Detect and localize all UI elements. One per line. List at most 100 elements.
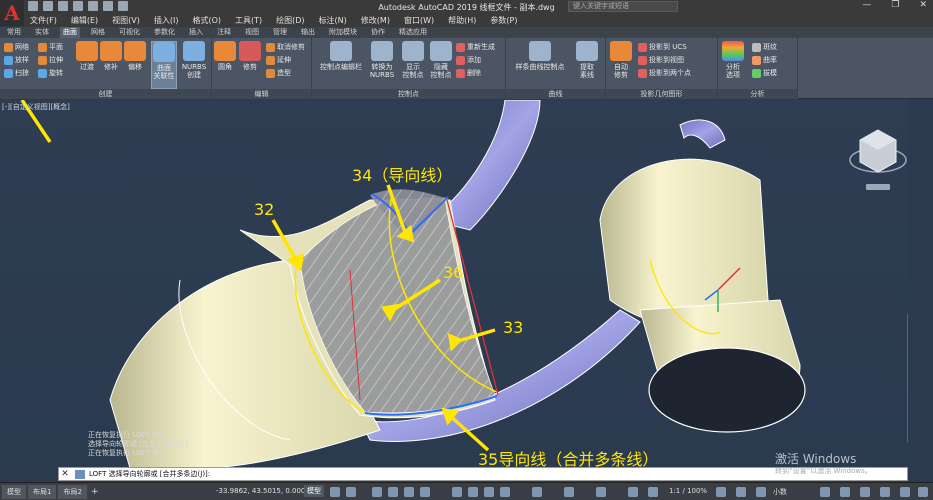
tab-visualize[interactable]: 可视化	[116, 27, 143, 38]
dynamic-ucs-icon[interactable]	[484, 487, 494, 497]
close-button[interactable]: ✕	[919, 0, 927, 10]
revolve-button[interactable]: 旋转	[38, 68, 63, 78]
close-icon[interactable]: ✕	[59, 469, 71, 479]
transparency-icon[interactable]	[596, 487, 606, 497]
remove-cv-button[interactable]: 删除	[456, 68, 481, 78]
menu-draw[interactable]: 绘图(D)	[276, 15, 304, 26]
loft-button[interactable]: 放样	[4, 55, 29, 65]
tab-parametric[interactable]: 参数化	[151, 27, 178, 38]
tab-surface[interactable]: 曲面	[60, 27, 80, 38]
patch-button[interactable]: 修补	[100, 41, 122, 71]
sweep-button[interactable]: 扫掠	[4, 68, 29, 78]
menu-edit[interactable]: 编辑(E)	[71, 15, 98, 26]
3d-scene[interactable]	[0, 100, 908, 468]
network-button[interactable]: 网络	[4, 42, 29, 52]
analysis-options-button[interactable]: 分析 选项	[720, 41, 746, 79]
clean-screen-icon[interactable]	[900, 487, 910, 497]
polar-icon[interactable]	[388, 487, 398, 497]
project-to-view-button[interactable]: 投影到视图	[638, 55, 684, 65]
curvature-button[interactable]: 曲率	[752, 55, 777, 65]
gizmo-icon[interactable]	[532, 487, 542, 497]
menu-modify[interactable]: 修改(M)	[361, 15, 390, 26]
convert-to-nurbs-button[interactable]: 转换为 NURBS	[368, 41, 396, 79]
cv-edit-bar-button[interactable]: 控制点编辑栏	[314, 41, 368, 71]
menu-dimension[interactable]: 标注(N)	[319, 15, 347, 26]
search-input[interactable]: 键入关键字或短语	[568, 1, 678, 12]
menu-tools[interactable]: 工具(T)	[235, 15, 262, 26]
lock-ui-icon[interactable]	[840, 487, 850, 497]
fillet-button[interactable]: 圆角	[214, 41, 236, 71]
tab-output[interactable]: 输出	[298, 27, 318, 38]
annotation-scale-value[interactable]: 1:1 / 100%	[669, 487, 707, 495]
tab-solid[interactable]: 实体	[32, 27, 52, 38]
selection-filter-icon[interactable]	[500, 487, 510, 497]
menu-insert[interactable]: 插入(I)	[154, 15, 179, 26]
menu-format[interactable]: 格式(O)	[192, 15, 221, 26]
extrude-button[interactable]: 拉伸	[38, 55, 63, 65]
menu-file[interactable]: 文件(F)	[30, 15, 57, 26]
extend-button[interactable]: 延伸	[266, 55, 291, 65]
units-value[interactable]: 小数	[773, 487, 787, 497]
tab-mesh[interactable]: 网格	[88, 27, 108, 38]
annotation-scale-icon[interactable]	[648, 487, 658, 497]
lineweight-icon[interactable]	[564, 487, 574, 497]
annotation-visibility-icon[interactable]	[628, 487, 638, 497]
osnap-3d-icon[interactable]	[452, 487, 462, 497]
viewport-controls-label[interactable]: [-][自定义视图][概念]	[2, 102, 70, 112]
ortho-icon[interactable]	[372, 487, 382, 497]
auto-trim-button[interactable]: 自动 修剪	[608, 41, 634, 79]
offset-button[interactable]: 偏移	[124, 41, 146, 71]
add-cv-button[interactable]: 添加	[456, 55, 481, 65]
annotation-monitor-icon[interactable]	[736, 487, 746, 497]
menu-help[interactable]: 帮助(H)	[448, 15, 476, 26]
zebra-button[interactable]: 斑纹	[752, 42, 777, 52]
project-to-2points-button[interactable]: 投影到两个点	[638, 68, 691, 78]
grid-icon[interactable]	[330, 487, 340, 497]
surface-associativity-button[interactable]: 曲面 关联性	[151, 41, 177, 89]
planar-button[interactable]: 平面	[38, 42, 63, 52]
tracking-icon[interactable]	[468, 487, 478, 497]
isodraft-icon[interactable]	[404, 487, 414, 497]
tab-addins[interactable]: 附加模块	[326, 27, 360, 38]
minimize-button[interactable]: —	[862, 0, 871, 10]
units-icon[interactable]	[756, 487, 766, 497]
wcs-menu[interactable]	[866, 184, 890, 190]
add-layout-icon[interactable]: +	[91, 487, 99, 497]
viewcube[interactable]	[848, 118, 908, 198]
workspace-gear-icon[interactable]	[716, 487, 726, 497]
layout-tab-layout1[interactable]: 布局1	[28, 484, 57, 499]
untrim-button[interactable]: 取消修剪	[266, 42, 305, 52]
menu-window[interactable]: 窗口(W)	[404, 15, 434, 26]
tab-manage[interactable]: 管理	[270, 27, 290, 38]
command-prompt[interactable]: LOFT 选择导向轮廓或 [合并多条边(J)]:	[85, 469, 210, 479]
customize-menu-icon[interactable]	[918, 487, 928, 497]
draft-button[interactable]: 拔模	[752, 68, 777, 78]
menu-view[interactable]: 视图(V)	[112, 15, 140, 26]
sculpt-button[interactable]: 造型	[266, 68, 291, 78]
maximize-button[interactable]: ❐	[891, 0, 899, 10]
show-cv-button[interactable]: 显示 控制点	[400, 41, 426, 79]
blend-button[interactable]: 过渡	[76, 41, 98, 71]
tab-insert[interactable]: 插入	[186, 27, 206, 38]
app-logo[interactable]: A	[0, 0, 24, 26]
object-snap-icon[interactable]	[420, 487, 430, 497]
layout-tab-model[interactable]: 模型	[2, 484, 26, 499]
isolate-objects-icon[interactable]	[860, 487, 870, 497]
hardware-accel-icon[interactable]	[880, 487, 890, 497]
nurbs-creation-button[interactable]: NURBS 创建	[181, 41, 207, 79]
menu-parametric[interactable]: 参数(P)	[490, 15, 517, 26]
command-icon[interactable]	[75, 469, 85, 479]
drawing-viewport[interactable]: [-][自定义视图][概念] 34（导向线） 32 36 33 35导向线（合并…	[0, 100, 908, 468]
spline-cv-button[interactable]: 样条曲线控制点	[508, 41, 572, 71]
tab-annotate[interactable]: 注释	[214, 27, 234, 38]
quick-properties-icon[interactable]	[820, 487, 830, 497]
rebuild-button[interactable]: 重新生成	[456, 42, 495, 52]
tab-collaborate[interactable]: 协作	[368, 27, 388, 38]
project-to-ucs-button[interactable]: 投影到 UCS	[638, 42, 687, 52]
model-space-button[interactable]: 模型	[304, 485, 324, 497]
tab-featured-apps[interactable]: 精选应用	[396, 27, 430, 38]
extract-isolines-button[interactable]: 提取 素线	[574, 41, 600, 79]
hide-cv-button[interactable]: 隐藏 控制点	[428, 41, 454, 79]
snap-icon[interactable]	[346, 487, 356, 497]
tab-view[interactable]: 视图	[242, 27, 262, 38]
